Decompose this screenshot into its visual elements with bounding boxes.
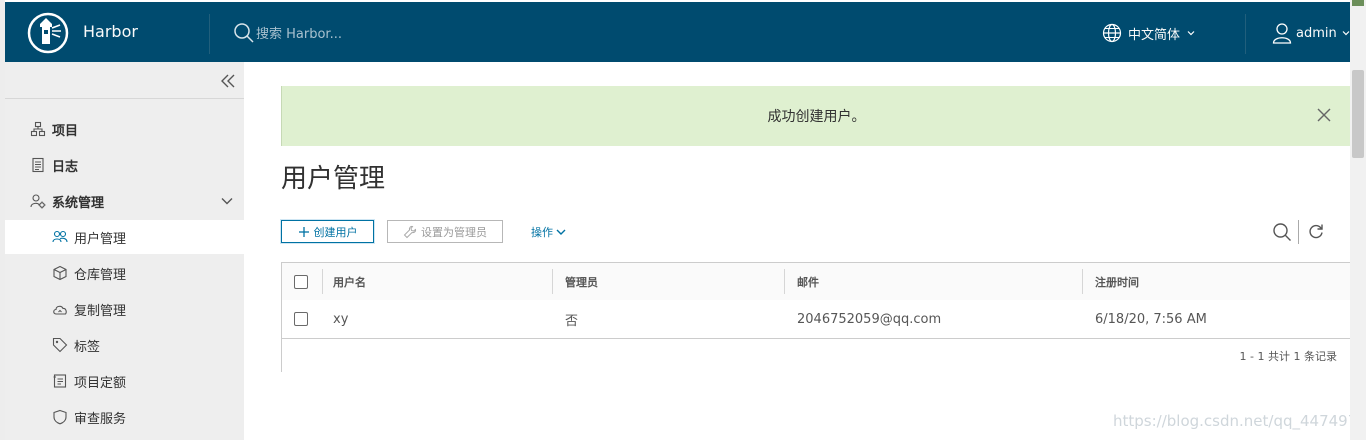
language-label: 中文简体: [1128, 27, 1181, 43]
sidebar-item-project-quotas[interactable]: 项目定额: [5, 364, 244, 398]
shield-icon: [53, 409, 67, 425]
tag-icon: [52, 337, 68, 353]
brand-name: Harbor: [83, 22, 138, 41]
alert-message: 成功创建用户。: [767, 109, 866, 125]
sidebar-item-label: 日志: [52, 159, 79, 175]
pagination-summary: 1 - 1 共计 1 条记录: [1239, 350, 1337, 363]
sidebar-item-label: 系统管理: [52, 195, 105, 211]
column-header-registration-time[interactable]: 注册时间: [1095, 263, 1139, 300]
page-title: 用户管理: [281, 164, 386, 194]
sidebar-item-label: 用户管理: [74, 231, 127, 247]
logs-icon: [32, 157, 44, 173]
collapse-sidebar-icon[interactable]: [217, 70, 239, 92]
chevron-down-icon: [221, 198, 233, 205]
global-search-input[interactable]: [254, 20, 558, 48]
sidebar-item-label: 复制管理: [74, 303, 127, 319]
column-divider[interactable]: [552, 269, 553, 294]
sidebar-item-label: 项目定额: [74, 375, 127, 391]
column-header-username[interactable]: 用户名: [333, 263, 366, 300]
close-icon[interactable]: [1315, 106, 1333, 124]
users-table: 用户名 管理员 邮件 注册时间 xy 否 2046752059@qq.com 6…: [281, 262, 1351, 372]
sidebar-item-labels[interactable]: 标签: [5, 328, 244, 362]
cell-registration-time: 6/18/20, 7:56 AM: [1095, 311, 1207, 327]
sidebar-item-label: 项目: [52, 123, 79, 139]
table-footer: 1 - 1 共计 1 条记录: [282, 339, 1351, 372]
column-header-email[interactable]: 邮件: [797, 263, 819, 300]
header-divider: [209, 14, 210, 54]
select-all-checkbox[interactable]: [294, 274, 308, 289]
sidebar-item-registries[interactable]: 仓库管理: [5, 256, 244, 290]
language-switcher[interactable]: 中文简体: [1102, 20, 1196, 46]
harbor-logo-icon[interactable]: [27, 12, 69, 54]
create-user-label: 创建用户: [313, 225, 358, 239]
admin-settings-icon: [30, 194, 46, 209]
cloud-replication-icon: [53, 305, 67, 315]
top-header: Harbor 中文简体 admin: [5, 2, 1350, 62]
sidebar-item-label: 审查服务: [74, 411, 127, 427]
page-scrollbar[interactable]: [1350, 0, 1366, 440]
sidebar-item-system-admin[interactable]: 系统管理: [5, 184, 244, 218]
sidebar-divider: [5, 98, 244, 99]
column-divider[interactable]: [1082, 269, 1083, 294]
table-row[interactable]: xy 否 2046752059@qq.com 6/18/20, 7:56 AM: [282, 300, 1351, 339]
sidebar-item-interrogation-services[interactable]: 审查服务: [5, 400, 244, 434]
column-divider: [322, 269, 323, 294]
toolbar-divider: [1298, 220, 1299, 244]
search-icon: [234, 23, 254, 43]
set-as-admin-button[interactable]: 设置为管理员: [387, 220, 503, 243]
globe-icon: [1102, 23, 1122, 43]
actions-label: 操作: [531, 225, 553, 239]
sidebar-item-replications[interactable]: 复制管理: [5, 292, 244, 326]
header-divider: [1245, 14, 1246, 54]
column-header-admin[interactable]: 管理员: [565, 263, 598, 300]
sidebar-item-label: 仓库管理: [74, 267, 127, 283]
chevron-down-icon: [1187, 31, 1195, 36]
sidebar: 项目 日志 系统管理 用户管理 仓库管理 复制管理 标签 项目定额 审查服务: [5, 62, 244, 440]
watermark: https://blog.csdn.net/qq_44749796: [1113, 412, 1366, 430]
table-header: 用户名 管理员 邮件 注册时间: [282, 263, 1351, 301]
actions-dropdown[interactable]: 操作: [531, 220, 567, 243]
search-icon[interactable]: [1272, 222, 1292, 242]
cell-email: 2046752059@qq.com: [797, 311, 942, 327]
chevron-down-icon: [556, 229, 566, 235]
user-icon: [1272, 23, 1292, 44]
projects-icon: [30, 121, 46, 137]
sidebar-item-user-management[interactable]: 用户管理: [5, 220, 244, 254]
column-divider[interactable]: [784, 269, 785, 294]
select-all-cell: [294, 263, 308, 300]
refresh-icon[interactable]: [1307, 222, 1325, 240]
cube-icon: [53, 265, 67, 281]
row-select-cell: [294, 300, 308, 338]
sidebar-item-label: 标签: [74, 339, 101, 355]
create-user-button[interactable]: 创建用户: [281, 220, 374, 243]
row-checkbox[interactable]: [294, 312, 308, 326]
success-alert: 成功创建用户。: [281, 86, 1351, 146]
plus-icon: [298, 226, 309, 237]
user-menu[interactable]: admin: [1272, 20, 1351, 46]
browser-edge: [1352, 0, 1364, 6]
cell-username: xy: [333, 311, 349, 327]
users-icon: [52, 230, 68, 243]
scrollbar-thumb[interactable]: [1352, 70, 1364, 158]
cell-admin: 否: [565, 313, 579, 329]
wrench-icon: [403, 225, 417, 238]
set-as-admin-label: 设置为管理员: [421, 225, 487, 239]
sidebar-item-logs[interactable]: 日志: [5, 148, 244, 182]
sidebar-item-projects[interactable]: 项目: [5, 112, 244, 146]
username-label: admin: [1296, 25, 1337, 41]
quota-icon: [53, 374, 67, 388]
